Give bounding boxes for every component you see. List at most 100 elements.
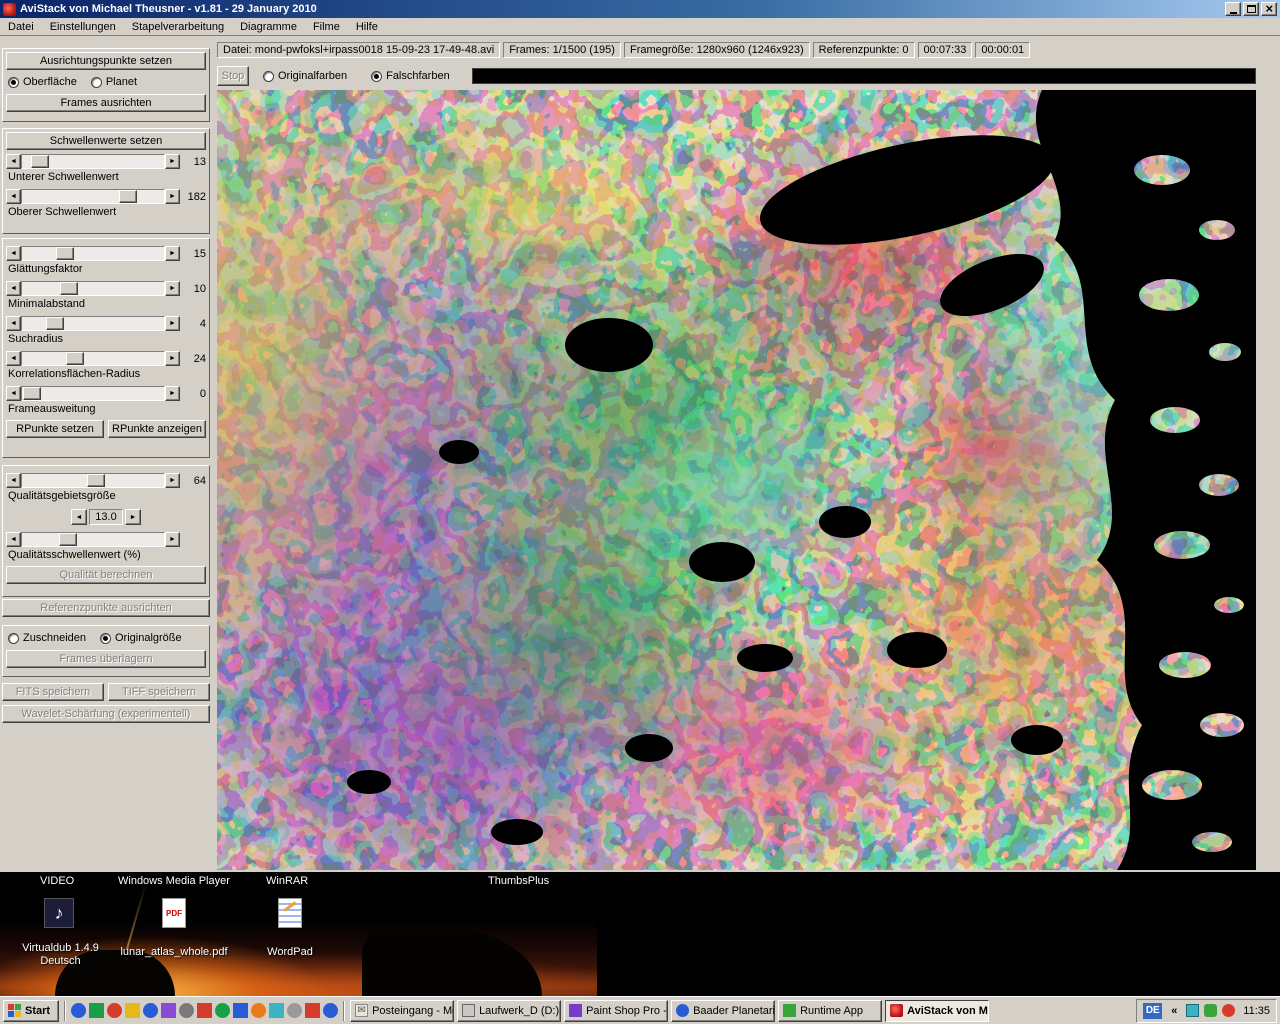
menu-stapelverarbeitung[interactable]: Stapelverarbeitung	[124, 19, 232, 35]
minimize-button[interactable]	[1225, 2, 1241, 16]
language-indicator[interactable]: DE	[1143, 1003, 1162, 1019]
task-baader-planetarium[interactable]: Baader Planetariu...	[671, 1000, 775, 1022]
quicklaunch-icon[interactable]	[269, 1003, 284, 1018]
set-rpoints-button[interactable]: RPunkte setzen	[6, 420, 104, 438]
lunar-atlas-pdf-label[interactable]: lunar_atlas_whole.pdf	[112, 946, 236, 959]
slider-right-arrow[interactable]	[165, 189, 180, 204]
slider-left-arrow[interactable]	[6, 189, 21, 204]
task-avistack[interactable]: AviStack von M...	[885, 1000, 989, 1022]
radio-falschfarben[interactable]: Falschfarben	[371, 70, 450, 82]
save-tiff-button[interactable]: TIFF speichern	[108, 683, 210, 701]
radio-oberflaeche[interactable]: Oberfläche	[8, 76, 77, 88]
quicklaunch-icon[interactable]	[287, 1003, 302, 1018]
slider-right-arrow[interactable]	[165, 154, 180, 169]
slider-track[interactable]	[21, 386, 165, 401]
align-refpoints-button[interactable]: Referenzpunkte ausrichten	[2, 599, 210, 617]
radio-originalfarben[interactable]: Originalfarben	[263, 70, 347, 82]
titlebar[interactable]: AviStack von Michael Theusner - v1.81 - …	[0, 0, 1280, 18]
task-posteingang[interactable]: Posteingang - Mo...	[350, 1000, 454, 1022]
task-laufwerk-d[interactable]: Laufwerk_D (D:)	[457, 1000, 561, 1022]
slider-right-arrow[interactable]	[165, 316, 180, 331]
tray-status-icon[interactable]	[1204, 1004, 1217, 1017]
quicklaunch-icon[interactable]	[161, 1003, 176, 1018]
quicklaunch-icon[interactable]	[305, 1003, 320, 1018]
stop-button[interactable]: Stop	[217, 66, 249, 86]
virtualdub-icon[interactable]	[44, 898, 74, 928]
spinner-decrement-button[interactable]	[71, 509, 87, 525]
slider-right-arrow[interactable]	[165, 246, 180, 261]
slider-right-arrow[interactable]	[165, 281, 180, 296]
quicklaunch-icon[interactable]	[125, 1003, 140, 1018]
slider-track[interactable]	[21, 281, 165, 296]
align-frames-button[interactable]: Frames ausrichten	[6, 94, 206, 112]
quicklaunch-icon[interactable]	[233, 1003, 248, 1018]
slider-right-arrow[interactable]	[165, 532, 180, 547]
desktop-shortcut-thumbsplus[interactable]: ThumbsPlus	[488, 875, 549, 887]
slider-track[interactable]	[21, 246, 165, 261]
slider-thumb[interactable]	[66, 352, 84, 365]
slider-track[interactable]	[21, 316, 165, 331]
quicklaunch-icon[interactable]	[215, 1003, 230, 1018]
slider-thumb[interactable]	[23, 387, 41, 400]
clock[interactable]: 11:35	[1240, 1005, 1270, 1017]
slider-thumb[interactable]	[60, 282, 78, 295]
slider-left-arrow[interactable]	[6, 154, 21, 169]
slider-thumb[interactable]	[87, 474, 105, 487]
slider-left-arrow[interactable]	[6, 532, 21, 547]
slider-left-arrow[interactable]	[6, 473, 21, 488]
slider-thumb[interactable]	[31, 155, 49, 168]
tray-display-icon[interactable]	[1186, 1004, 1199, 1017]
slider-right-arrow[interactable]	[165, 386, 180, 401]
slider-thumb[interactable]	[119, 190, 137, 203]
quicklaunch-icon[interactable]	[323, 1003, 338, 1018]
quicklaunch-icon[interactable]	[89, 1003, 104, 1018]
wordpad-icon[interactable]	[278, 898, 302, 928]
task-runtime-app[interactable]: Runtime App	[778, 1000, 882, 1022]
quicklaunch-icon[interactable]	[143, 1003, 158, 1018]
slider-left-arrow[interactable]	[6, 351, 21, 366]
radio-planet[interactable]: Planet	[91, 76, 137, 88]
slider-track[interactable]	[21, 351, 165, 366]
slider-track[interactable]	[21, 189, 165, 204]
slider-thumb[interactable]	[56, 247, 74, 260]
slider-left-arrow[interactable]	[6, 281, 21, 296]
menu-einstellungen[interactable]: Einstellungen	[42, 19, 124, 35]
radio-zuschneiden[interactable]: Zuschneiden	[8, 632, 86, 644]
slider-track[interactable]	[21, 473, 165, 488]
slider-left-arrow[interactable]	[6, 386, 21, 401]
stack-frames-button[interactable]: Frames überlagern	[6, 650, 206, 668]
menu-datei[interactable]: Datei	[0, 19, 42, 35]
set-align-points-button[interactable]: Ausrichtungspunkte setzen	[6, 52, 206, 70]
menu-diagramme[interactable]: Diagramme	[232, 19, 305, 35]
slider-thumb[interactable]	[46, 317, 64, 330]
start-button[interactable]: Start	[3, 1000, 59, 1022]
menu-hilfe[interactable]: Hilfe	[348, 19, 386, 35]
save-fits-button[interactable]: FITS speichern	[2, 683, 104, 701]
desktop-shortcut-video[interactable]: VIDEO	[40, 875, 74, 887]
quicklaunch-icon[interactable]	[197, 1003, 212, 1018]
calc-quality-button[interactable]: Qualität berechnen	[6, 566, 206, 584]
virtualdub-label[interactable]: Virtualdub 1.4.9 Deutsch	[8, 942, 113, 968]
show-rpoints-button[interactable]: RPunkte anzeigen	[108, 420, 206, 438]
task-paint-shop-pro[interactable]: Paint Shop Pro - [...	[564, 1000, 668, 1022]
slider-thumb[interactable]	[59, 533, 77, 546]
quicklaunch-icon[interactable]	[107, 1003, 122, 1018]
quicklaunch-icon[interactable]	[179, 1003, 194, 1018]
pdf-file-icon[interactable]	[162, 898, 186, 928]
moon-false-color-image[interactable]	[217, 90, 1256, 870]
restore-button[interactable]	[1243, 2, 1259, 16]
desktop-shortcut-wmp[interactable]: Windows Media Player	[118, 875, 230, 887]
set-thresholds-button[interactable]: Schwellenwerte setzen	[6, 132, 206, 150]
tray-chevron-button[interactable]	[1167, 1003, 1181, 1019]
slider-left-arrow[interactable]	[6, 246, 21, 261]
menu-filme[interactable]: Filme	[305, 19, 348, 35]
close-button[interactable]	[1261, 2, 1277, 16]
slider-right-arrow[interactable]	[165, 473, 180, 488]
slider-right-arrow[interactable]	[165, 351, 180, 366]
slider-track[interactable]	[21, 154, 165, 169]
quicklaunch-icon[interactable]	[71, 1003, 86, 1018]
wavelet-button[interactable]: Wavelet-Schärfung (experimentell)	[2, 705, 210, 723]
slider-track[interactable]	[21, 532, 165, 547]
spinner-increment-button[interactable]	[125, 509, 141, 525]
radio-originalgroesse[interactable]: Originalgröße	[100, 632, 182, 644]
